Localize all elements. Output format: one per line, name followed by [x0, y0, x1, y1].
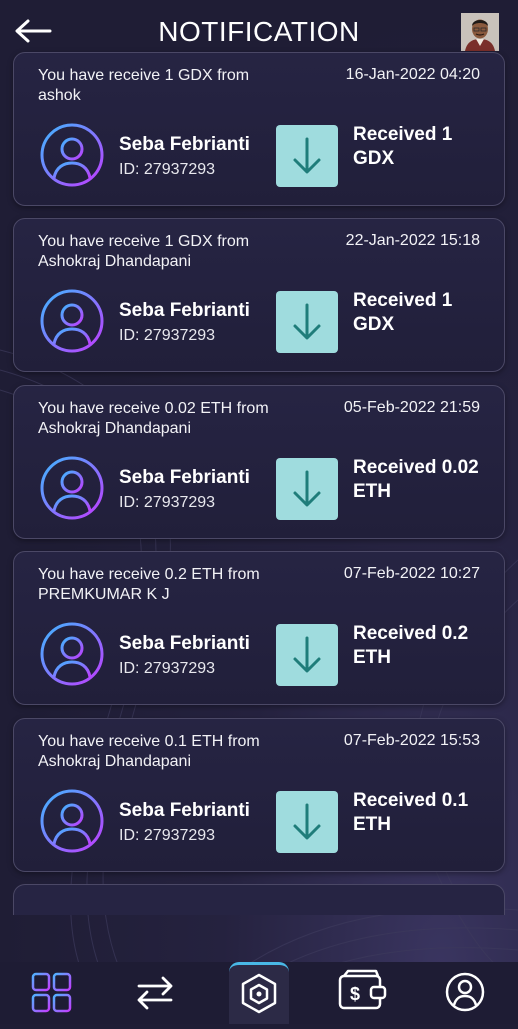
notification-card-partial[interactable]	[13, 884, 505, 915]
notification-card[interactable]: You have receive 0.2 ETH from PREMKUMAR …	[13, 551, 505, 705]
notification-card[interactable]: You have receive 0.1 ETH from Ashokraj D…	[13, 718, 505, 872]
arrow-down-icon	[293, 470, 321, 507]
notification-message: You have receive 0.02 ETH from Ashokraj …	[38, 400, 269, 437]
sender-name: Seba Febrianti	[119, 300, 250, 321]
received-status: Received 0.02 ETH	[353, 457, 479, 502]
user-avatar-icon	[40, 456, 104, 520]
nav-dashboard-button[interactable]	[22, 962, 82, 1024]
hexagon-logo-icon	[241, 973, 277, 1014]
sender-name: Seba Febrianti	[119, 467, 250, 488]
user-avatar-icon	[40, 123, 104, 187]
user-avatar-icon	[40, 622, 104, 686]
wallet-dollar-icon: $	[338, 969, 387, 1010]
notification-message: You have receive 1 GDX from ashok	[38, 67, 250, 104]
sender-id: ID: 27937293	[119, 827, 216, 844]
notification-message: You have receive 0.2 ETH from PREMKUMAR …	[38, 566, 260, 603]
sender-name: Seba Febrianti	[119, 633, 250, 654]
svg-text:$: $	[350, 984, 360, 1004]
bottom-nav: $	[0, 962, 518, 1024]
user-avatar-icon	[40, 789, 104, 853]
transfer-arrows-icon	[137, 976, 173, 1010]
arrow-down-icon	[293, 803, 321, 840]
received-badge	[276, 791, 338, 853]
received-status: Received 0.1 ETH	[353, 790, 469, 835]
header: NOTIFICATION	[0, 0, 518, 60]
sender-id: ID: 27937293	[119, 494, 216, 511]
notification-datetime: 07-Feb-2022 10:27	[343, 565, 480, 582]
page-title: NOTIFICATION	[158, 16, 360, 47]
arrow-down-icon	[293, 303, 321, 340]
notification-datetime: 16-Jan-2022 04:20	[345, 66, 480, 83]
notification-card[interactable]: You have receive 1 GDX from Ashokraj Dha…	[13, 218, 505, 372]
sender-id: ID: 27937293	[119, 660, 216, 677]
notification-card[interactable]: You have receive 1 GDX from ashok 16-Jan…	[13, 52, 505, 206]
nav-home-button[interactable]	[229, 962, 289, 1024]
received-status: Received 0.2 ETH	[353, 623, 469, 668]
nav-wallet-button[interactable]: $	[333, 962, 393, 1024]
sender-name: Seba Febrianti	[119, 134, 250, 155]
received-status: Received 1 GDX	[353, 124, 453, 169]
received-badge	[276, 125, 338, 187]
notification-datetime: 07-Feb-2022 15:53	[343, 732, 480, 749]
received-badge	[276, 458, 338, 520]
sender-id: ID: 27937293	[119, 327, 216, 344]
dashboard-grid-icon	[31, 972, 72, 1013]
nav-transfer-button[interactable]	[125, 962, 185, 1024]
sender-name: Seba Febrianti	[119, 800, 250, 821]
received-badge	[276, 624, 338, 686]
user-avatar-icon	[40, 289, 104, 353]
profile-icon	[445, 972, 485, 1012]
received-status: Received 1 GDX	[353, 290, 453, 335]
user-photo-icon	[461, 13, 499, 51]
nav-profile-button[interactable]	[435, 962, 495, 1024]
profile-photo-button[interactable]	[461, 13, 499, 51]
arrow-down-icon	[293, 137, 321, 174]
notification-message: You have receive 1 GDX from Ashokraj Dha…	[38, 233, 250, 270]
sender-id: ID: 27937293	[119, 161, 216, 178]
notification-message: You have receive 0.1 ETH from Ashokraj D…	[38, 733, 260, 770]
notification-card[interactable]: You have receive 0.02 ETH from Ashokraj …	[13, 385, 505, 539]
received-badge	[276, 291, 338, 353]
notification-datetime: 05-Feb-2022 21:59	[343, 399, 480, 416]
arrow-down-icon	[293, 636, 321, 673]
notification-datetime: 22-Jan-2022 15:18	[345, 232, 480, 249]
